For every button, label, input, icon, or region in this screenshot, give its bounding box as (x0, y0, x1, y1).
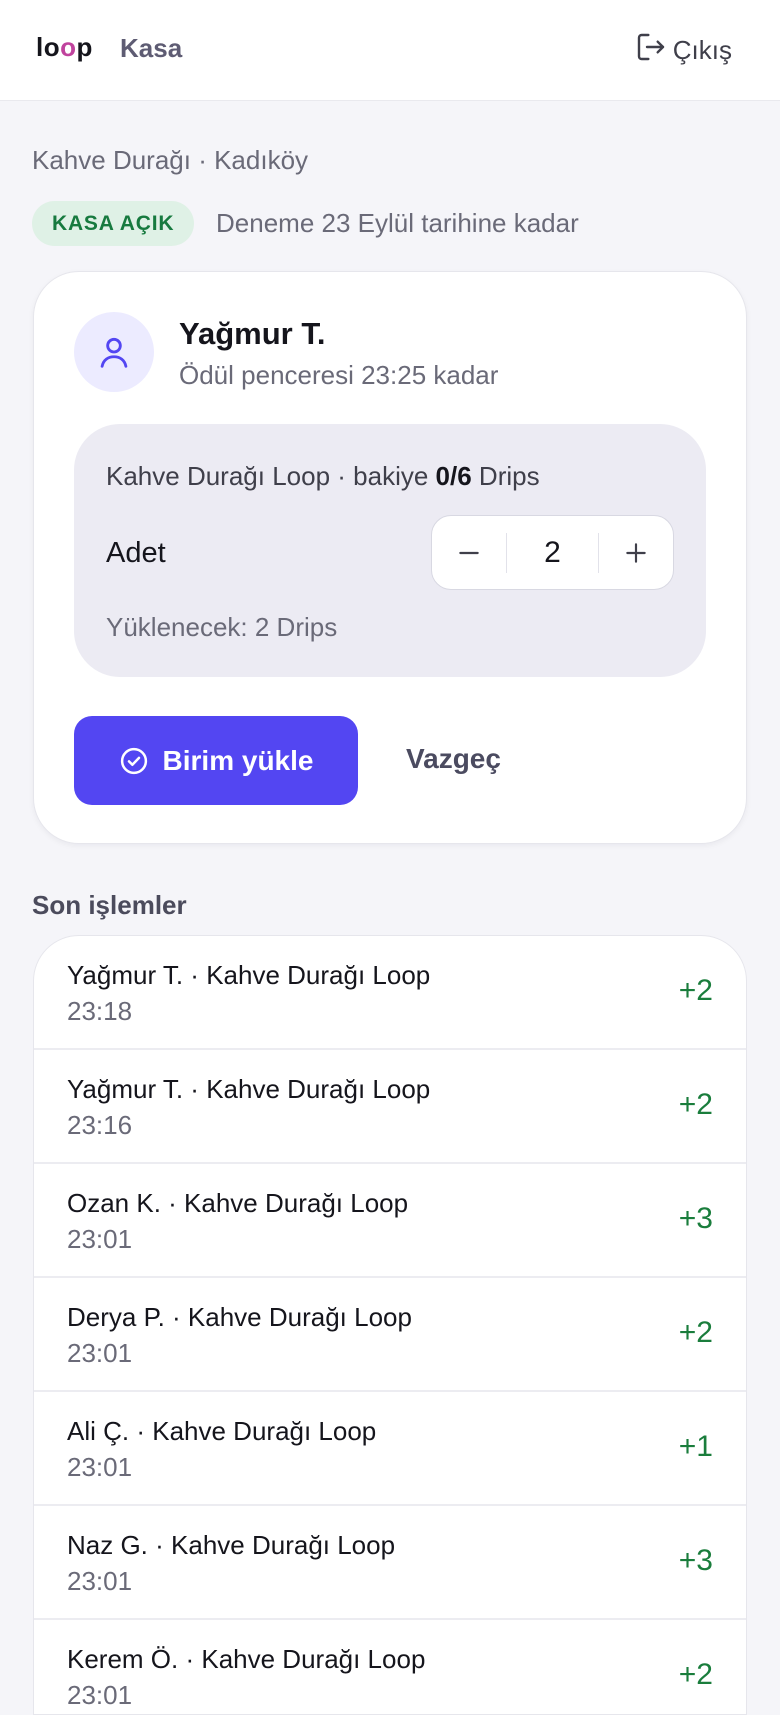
customer-name: Yağmur T. (179, 316, 326, 351)
transaction-time: 23:01 (67, 1566, 133, 1596)
transaction-amount: +2 (678, 974, 713, 1007)
app-header: loop Kasa Çıkış (0, 0, 780, 101)
transaction-amount: +3 (678, 1202, 713, 1235)
transaction-list: Yağmur T. · Kahve Durağı Loop 23:18 +2 Y… (33, 935, 747, 1715)
transaction-title: Ozan K. · Kahve Durağı Loop (67, 1188, 409, 1218)
transaction-title: Yağmur T. · Kahve Durağı Loop (67, 1074, 431, 1104)
logout-icon (635, 31, 667, 70)
transaction-amount: +2 (678, 1316, 713, 1349)
quantity-value[interactable]: 2 (507, 536, 598, 570)
logout-label: Çıkış (672, 34, 732, 65)
cancel-button[interactable]: Vazgeç (406, 743, 501, 775)
transaction-amount: +2 (678, 1658, 713, 1691)
increment-button[interactable] (599, 516, 673, 589)
load-units-button[interactable]: Birim yükle (74, 716, 358, 805)
load-units-label: Birim yükle (162, 744, 314, 776)
store-location: Kahve Durağı · Kadıköy (32, 145, 309, 175)
transaction-title: Ali Ç. · Kahve Durağı Loop (67, 1416, 377, 1446)
transaction-title: Yağmur T. · Kahve Durağı Loop (67, 960, 431, 990)
transaction-title: Derya P. · Kahve Durağı Loop (67, 1302, 412, 1332)
avatar (74, 312, 154, 392)
logout-button[interactable]: Çıkış (635, 33, 732, 67)
user-icon (100, 337, 128, 368)
decrement-button[interactable] (432, 516, 506, 589)
customer-card: Yağmur T. Ödül penceresi 23:25 kadar Kah… (33, 271, 747, 844)
balance-value: 0/6 (435, 461, 472, 491)
list-item[interactable]: Derya P. · Kahve Durağı Loop 23:01 +2 (34, 1278, 746, 1392)
list-item[interactable]: Naz G. · Kahve Durağı Loop 23:01 +3 (34, 1506, 746, 1620)
balance-panel: Kahve Durağı Loop · bakiye 0/6 Drips Ade… (74, 424, 706, 677)
list-item[interactable]: Kerem Ö. · Kahve Durağı Loop 23:01 +2 (34, 1620, 746, 1714)
transaction-title: Kerem Ö. · Kahve Durağı Loop (67, 1644, 426, 1674)
reward-window: Ödül penceresi 23:25 kadar (179, 360, 499, 390)
transaction-time: 23:16 (67, 1110, 133, 1140)
transaction-time: 23:01 (67, 1338, 133, 1368)
loop-logo[interactable]: loop (36, 32, 93, 63)
transaction-time: 23:01 (67, 1680, 133, 1710)
list-item[interactable]: Ali Ç. · Kahve Durağı Loop 23:01 +1 (34, 1392, 746, 1506)
transaction-amount: +3 (678, 1544, 713, 1577)
check-circle-icon (120, 747, 147, 774)
to-load-summary: Yüklenecek: 2 Drips (106, 612, 338, 642)
balance-line: Kahve Durağı Loop · bakiye 0/6 Drips (106, 461, 540, 491)
quantity-label: Adet (106, 537, 166, 569)
list-item[interactable]: Yağmur T. · Kahve Durağı Loop 23:18 +2 (34, 936, 746, 1050)
transaction-title: Naz G. · Kahve Durağı Loop (67, 1530, 396, 1560)
minus-icon (459, 551, 479, 554)
transaction-time: 23:01 (67, 1224, 133, 1254)
transaction-amount: +2 (678, 1088, 713, 1121)
transaction-time: 23:01 (67, 1452, 133, 1482)
transaction-amount: +1 (678, 1430, 713, 1463)
quantity-stepper: 2 (431, 515, 674, 590)
plus-icon (626, 542, 646, 563)
recent-transactions-title: Son işlemler (32, 890, 187, 920)
list-item[interactable]: Ozan K. · Kahve Durağı Loop 23:01 +3 (34, 1164, 746, 1278)
status-badge: KASA AÇIK (32, 201, 195, 246)
trial-notice: Deneme 23 Eylül tarihine kadar (216, 208, 579, 238)
list-item[interactable]: Yağmur T. · Kahve Durağı Loop 23:16 +2 (34, 1050, 746, 1164)
app-title: Kasa (120, 33, 183, 63)
transaction-time: 23:18 (67, 996, 133, 1026)
